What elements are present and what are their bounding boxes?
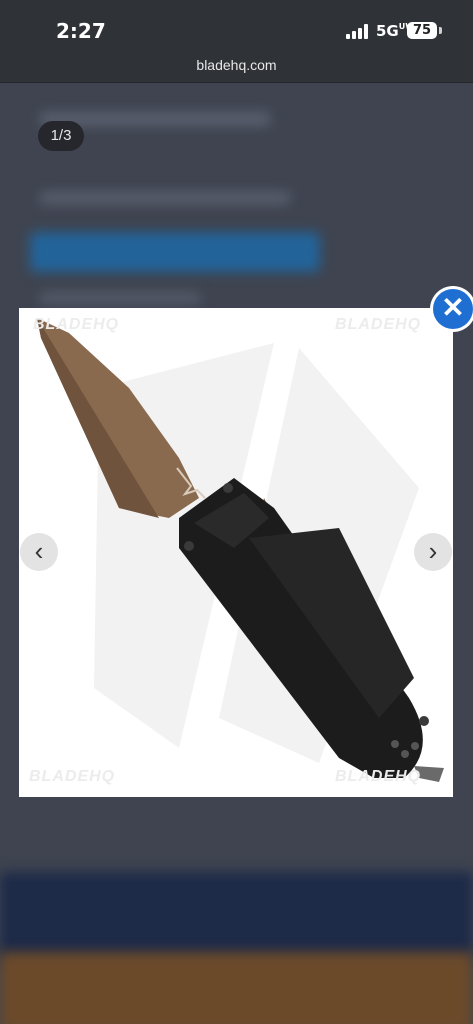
knife-image <box>37 318 444 782</box>
chevron-left-icon[interactable]: ‹ <box>20 533 58 571</box>
close-icon[interactable]: ✕ <box>433 289 473 329</box>
image-counter: 1/3 <box>38 121 84 151</box>
watermark: BLADEHQ <box>335 768 422 785</box>
battery-tip <box>439 27 442 34</box>
battery-icon: 75 <box>407 22 437 39</box>
product-image: BLADEHQ BLADEHQ BLADEHQ BLADEHQ <box>19 308 453 797</box>
watermark: BLADEHQ <box>33 316 120 333</box>
chevron-right-icon[interactable]: › <box>414 533 452 571</box>
status-bar: 2:27 5GUW 75 bladehq.com <box>0 0 473 83</box>
status-time: 2:27 <box>56 19 106 43</box>
address-bar-url[interactable]: bladehq.com <box>0 57 473 73</box>
watermark: BLADEHQ <box>335 316 422 333</box>
cell-signal-icon <box>346 23 370 39</box>
watermark: BLADEHQ <box>29 768 116 785</box>
